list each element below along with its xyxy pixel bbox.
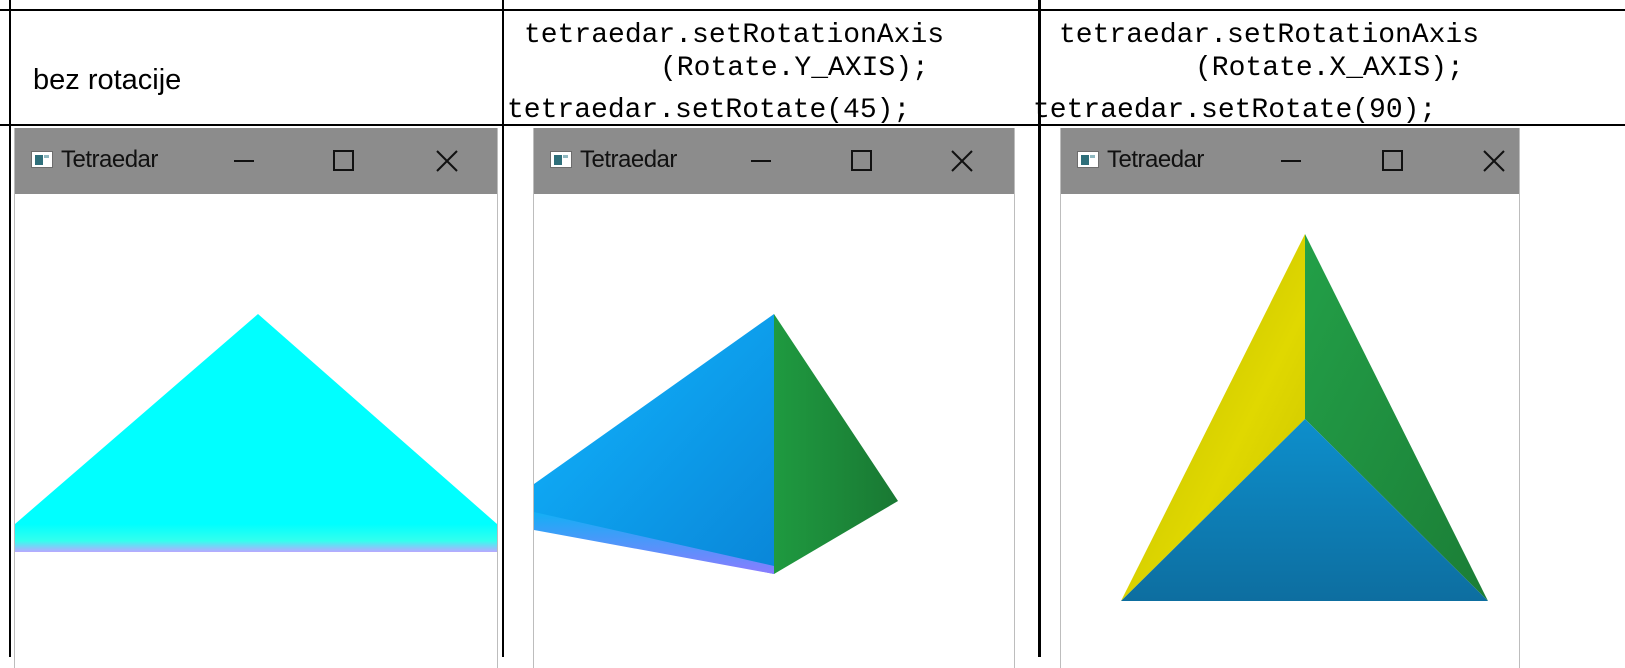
tetraedar-window-no-rotation[interactable]: Tetraedar [14, 128, 498, 668]
close-button[interactable] [1479, 146, 1509, 176]
maximize-icon [851, 150, 872, 171]
table-top-border [0, 9, 1625, 11]
code-line-set-rotate: tetraedar.setRotate(45); [507, 95, 911, 126]
minimize-button[interactable] [746, 146, 776, 176]
app-window-icon [1077, 151, 1099, 168]
maximize-button[interactable] [328, 146, 358, 176]
window-title: Tetraedar [580, 146, 677, 173]
minimize-button[interactable] [1276, 146, 1306, 176]
comparison-table: bez rotacije tetraedar.setRotationAxis (… [0, 0, 1625, 668]
close-icon [436, 150, 458, 172]
code-line-set-axis: tetraedar.setRotationAxis [1059, 20, 1480, 51]
header-cell-y-rotation: tetraedar.setRotationAxis (Rotate.Y_AXIS… [504, 12, 1038, 126]
maximize-button[interactable] [1377, 146, 1407, 176]
code-line-axis-value: (Rotate.Y_AXIS); [660, 53, 929, 84]
window-titlebar[interactable]: Tetraedar [15, 128, 497, 194]
maximize-button[interactable] [846, 146, 876, 176]
tetrahedron-face-right [774, 314, 898, 574]
close-button[interactable] [947, 146, 977, 176]
close-button[interactable] [432, 146, 462, 176]
minimize-icon [751, 160, 771, 162]
app-window-icon [31, 151, 53, 168]
code-line-set-axis: tetraedar.setRotationAxis [524, 20, 945, 51]
tetraedar-window-y-rotation[interactable]: Tetraedar [533, 128, 1015, 668]
tetrahedron-base-edge [15, 524, 497, 552]
minimize-button[interactable] [229, 146, 259, 176]
window-title: Tetraedar [1107, 146, 1204, 173]
close-icon [951, 150, 973, 172]
code-line-axis-value: (Rotate.X_AXIS); [1195, 53, 1464, 84]
tetrahedron-scene [1121, 234, 1488, 601]
window-title: Tetraedar [61, 146, 158, 173]
header-cell-no-rotation: bez rotacije [11, 12, 501, 124]
close-icon [1483, 150, 1505, 172]
code-line-set-rotate: tetraedar.setRotate(90); [1033, 95, 1437, 126]
tetrahedron-face-front [15, 314, 497, 524]
tetraedar-window-x-rotation[interactable]: Tetraedar [1060, 128, 1520, 668]
maximize-icon [333, 150, 354, 171]
window-titlebar[interactable]: Tetraedar [1061, 128, 1519, 194]
tetrahedron-scene [534, 314, 898, 574]
header-label-no-rotation: bez rotacije [33, 64, 182, 96]
minimize-icon [234, 160, 254, 162]
app-window-icon [550, 151, 572, 168]
header-cell-x-rotation: tetraedar.setRotationAxis (Rotate.X_AXIS… [1033, 12, 1625, 125]
minimize-icon [1281, 160, 1301, 162]
window-titlebar[interactable]: Tetraedar [534, 128, 1014, 194]
tetrahedron-scene [15, 314, 497, 552]
maximize-icon [1382, 150, 1403, 171]
